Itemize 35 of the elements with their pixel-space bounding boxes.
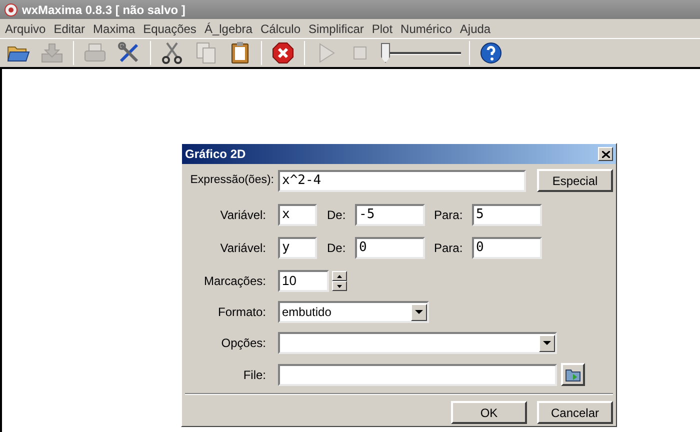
menu-item[interactable]: Plot bbox=[368, 20, 396, 38]
field-label: Para: bbox=[434, 207, 464, 224]
expression-field[interactable]: x^2-4 bbox=[278, 170, 526, 192]
field-label: De: bbox=[327, 207, 347, 224]
menu-item[interactable]: Numérico bbox=[398, 20, 455, 38]
ticks-field[interactable]: 10 bbox=[278, 270, 329, 292]
menu-item[interactable]: Equações bbox=[140, 20, 200, 38]
dialog-button[interactable]: Cancelar bbox=[537, 401, 613, 424]
field-label: Opções: bbox=[220, 335, 267, 352]
field-label: Variável: bbox=[219, 240, 267, 257]
menu-item[interactable]: Ajuda bbox=[456, 20, 494, 38]
menu-item[interactable]: Arquivo bbox=[2, 20, 49, 38]
menu-item[interactable]: Maxima bbox=[90, 20, 138, 38]
menu-item[interactable]: Simplificar bbox=[306, 20, 367, 38]
menu-item[interactable]: Cálculo bbox=[257, 20, 304, 38]
field-label: File: bbox=[242, 366, 267, 384]
from-field[interactable]: -5 bbox=[355, 204, 425, 226]
dialog-title: Gráfico 2D bbox=[185, 146, 246, 163]
field-label: Marcações: bbox=[202, 273, 267, 290]
to-field[interactable]: 0 bbox=[472, 237, 542, 259]
field-label: Expressão(ões): bbox=[189, 172, 275, 188]
field-label: Formato: bbox=[216, 304, 267, 321]
menu-item[interactable]: Editar bbox=[50, 20, 88, 38]
field-label: Para: bbox=[434, 240, 464, 257]
dialog-button[interactable]: OK bbox=[451, 401, 527, 424]
special-button[interactable]: Especial bbox=[537, 169, 613, 192]
variable-field[interactable]: y bbox=[278, 237, 317, 259]
variable-field[interactable]: x bbox=[278, 204, 317, 226]
from-field[interactable]: 0 bbox=[355, 237, 425, 259]
field-label: Variável: bbox=[219, 207, 267, 224]
window-title: wxMaxima 0.8.3 [ não salvo ] bbox=[22, 2, 186, 18]
to-field[interactable]: 5 bbox=[472, 204, 542, 226]
menu-item[interactable]: Á_lgebra bbox=[201, 20, 256, 38]
field-label: De: bbox=[327, 240, 347, 257]
format-dropdown[interactable]: embutido bbox=[278, 301, 429, 323]
